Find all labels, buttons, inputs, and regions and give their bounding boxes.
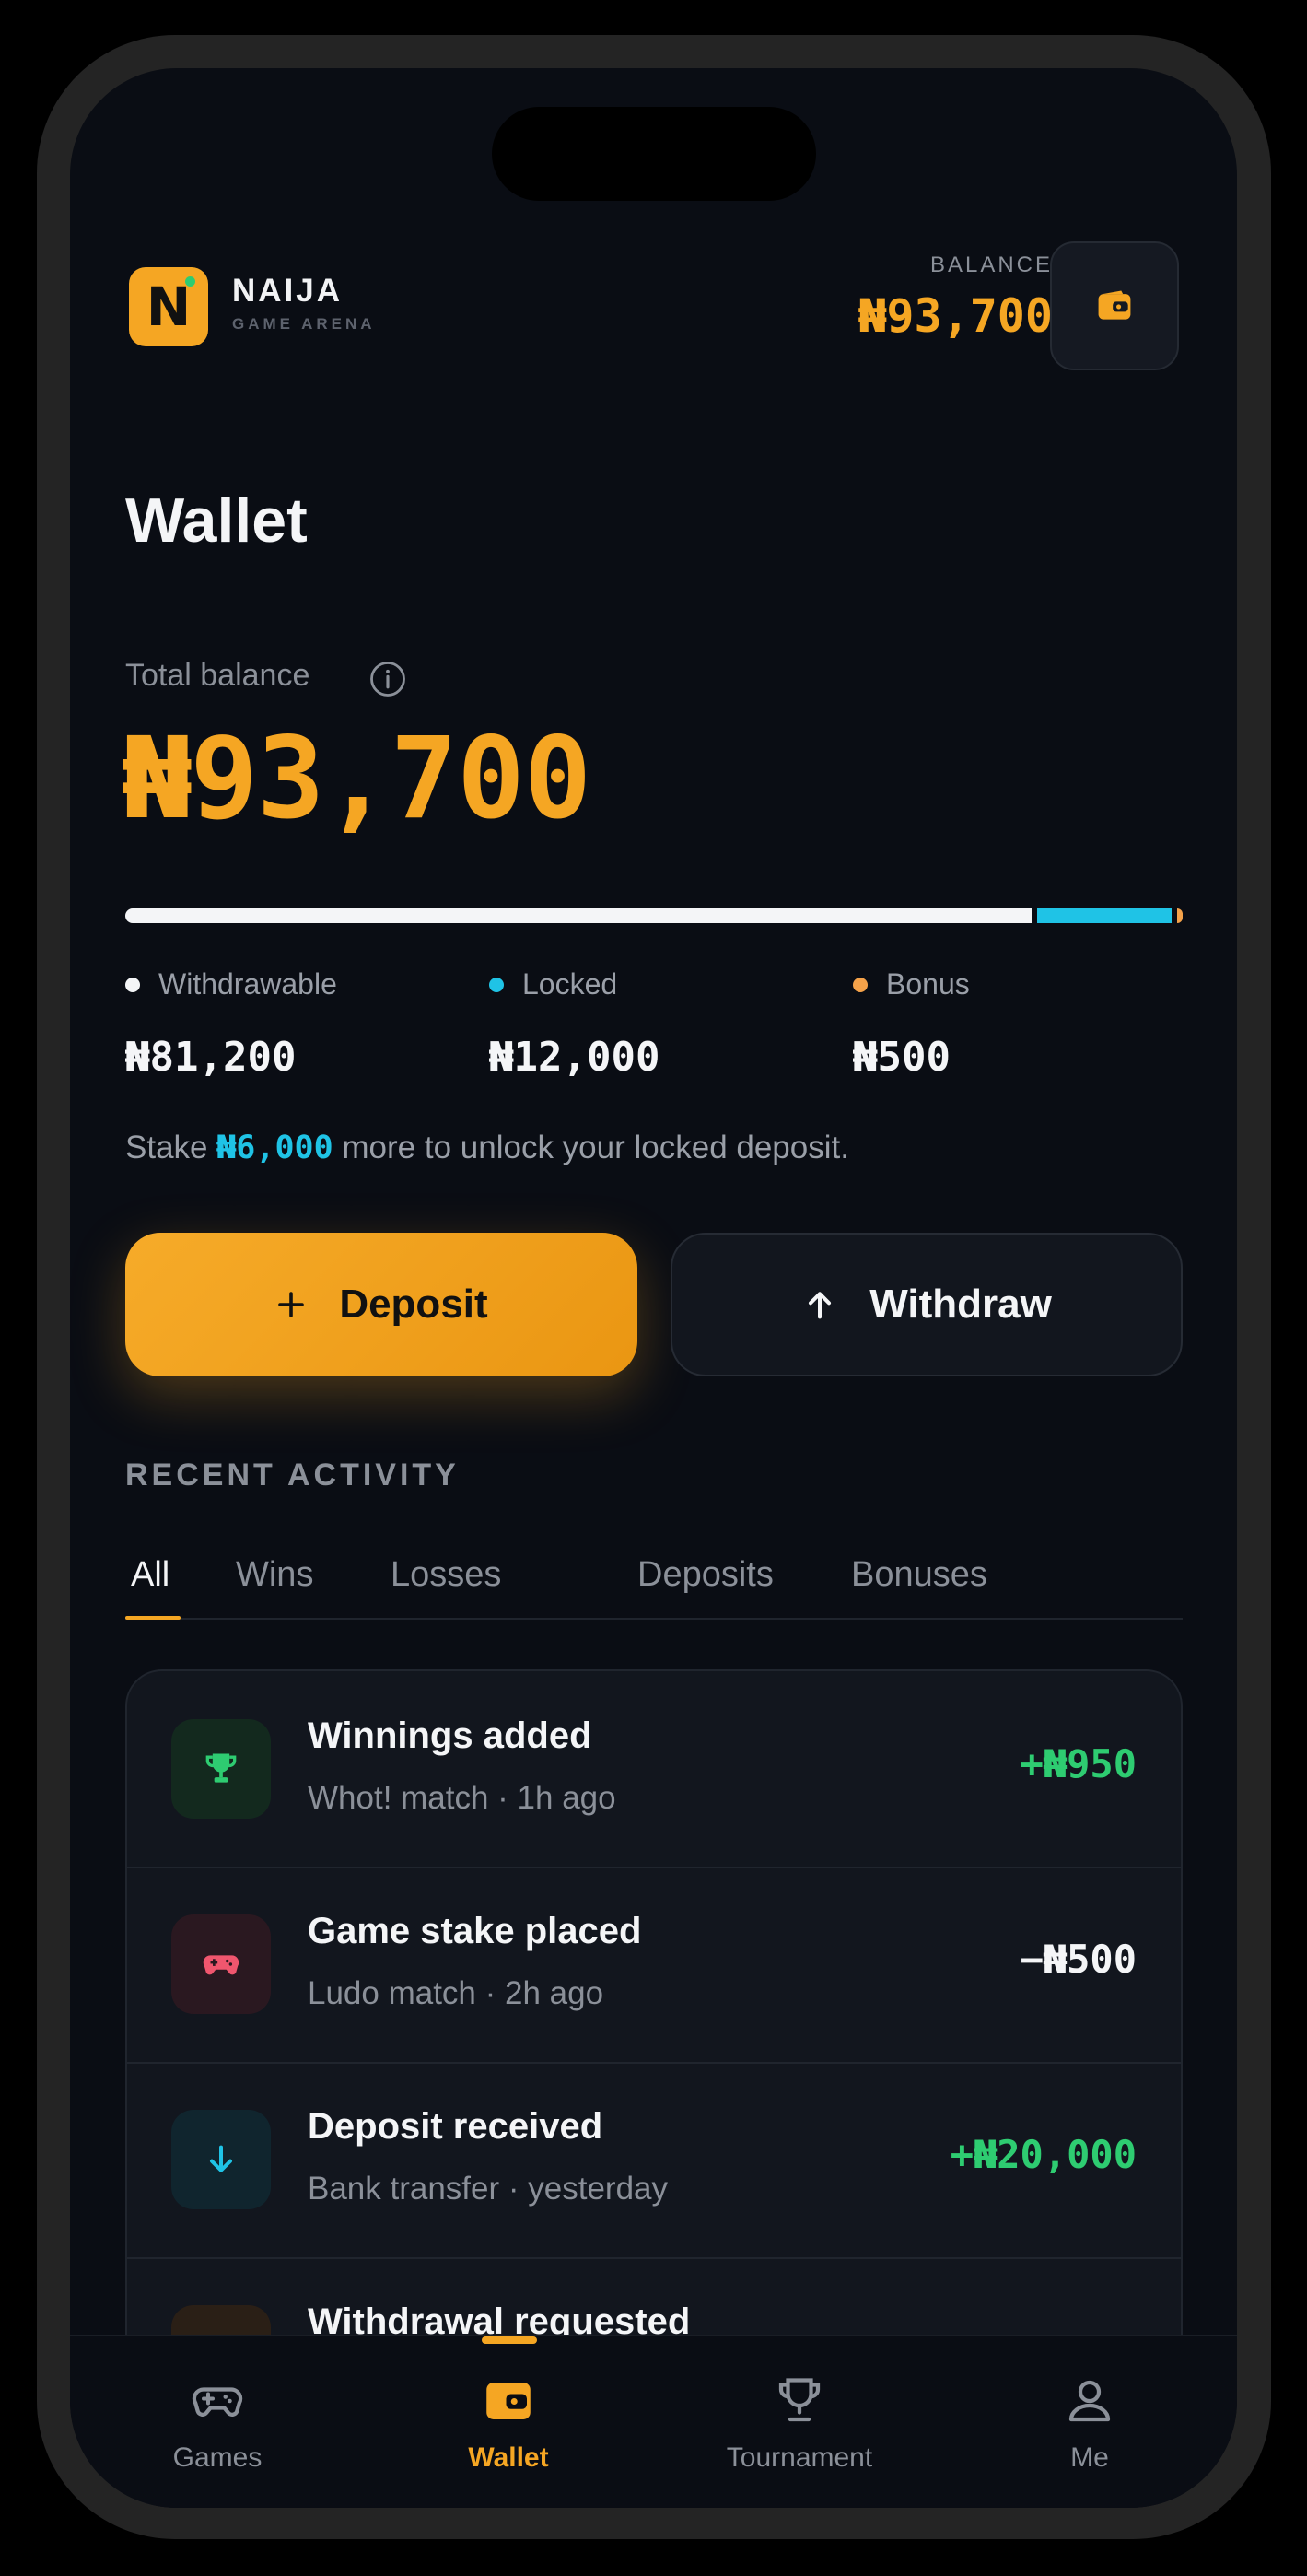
nav-active-indicator bbox=[482, 2336, 537, 2344]
legend-label: Withdrawable bbox=[158, 967, 337, 1001]
unlock-suffix: more to unlock your locked deposit. bbox=[333, 1130, 849, 1165]
app-logo: N bbox=[129, 267, 208, 346]
arrow-up-icon bbox=[809, 1292, 832, 1319]
arrow-down-icon-tile bbox=[171, 2110, 271, 2209]
brand-name: NAIJA bbox=[232, 273, 344, 309]
tab-losses[interactable]: Losses bbox=[391, 1555, 501, 1595]
tab-wins[interactable]: Wins bbox=[236, 1555, 313, 1595]
recent-activity-heading: RECENT ACTIVITY bbox=[125, 1458, 460, 1493]
nav-me[interactable]: Me bbox=[998, 2373, 1182, 2474]
activity-amount: −₦500 bbox=[1020, 1937, 1137, 1982]
legend-label: Bonus bbox=[886, 967, 970, 1001]
activity-amount: +₦950 bbox=[1020, 1741, 1137, 1786]
nav-label: Me bbox=[1070, 2442, 1109, 2473]
tab-all[interactable]: All bbox=[131, 1555, 169, 1595]
trophy-icon bbox=[778, 2378, 821, 2422]
trophy-icon bbox=[205, 1753, 237, 1783]
nav-games[interactable]: Games bbox=[125, 2373, 309, 2474]
bonus-value: ₦500 bbox=[853, 1034, 951, 1081]
nav-tournament[interactable]: Tournament bbox=[707, 2373, 892, 2474]
plus-icon bbox=[278, 1292, 305, 1317]
locked-value: ₦12,000 bbox=[489, 1034, 660, 1081]
app-screen: N NAIJA GAME ARENA BALANCE ₦93,700 Walle… bbox=[70, 68, 1237, 2508]
header-balance-amount: ₦93,700 bbox=[858, 289, 1053, 343]
trophy-icon-tile bbox=[171, 1719, 271, 1819]
nav-label: Games bbox=[172, 2442, 263, 2473]
gamepad-icon bbox=[203, 1955, 239, 1975]
user-icon bbox=[1068, 2380, 1111, 2422]
activity-title: Deposit received bbox=[308, 2106, 603, 2147]
dynamic-island bbox=[492, 107, 816, 201]
arrow-down-icon bbox=[210, 2145, 232, 2172]
balance-breakdown-bar bbox=[125, 908, 1183, 923]
nav-label: Wallet bbox=[468, 2442, 549, 2473]
withdrawable-value: ₦81,200 bbox=[125, 1034, 297, 1081]
activity-title: Winnings added bbox=[308, 1715, 592, 1756]
info-icon[interactable] bbox=[368, 660, 407, 698]
gamepad-icon bbox=[192, 2387, 243, 2417]
total-balance-label: Total balance bbox=[125, 658, 310, 693]
locked-dot bbox=[489, 977, 504, 992]
brand-subtitle: GAME ARENA bbox=[232, 315, 376, 333]
activity-subtitle: Ludo match · 2h ago bbox=[308, 1975, 604, 2011]
deposit-button[interactable]: Deposit bbox=[125, 1233, 637, 1376]
activity-amount: +₦20,000 bbox=[950, 2132, 1137, 2177]
legend-label: Locked bbox=[522, 967, 618, 1001]
unlock-amount: ₦6,000 bbox=[216, 1130, 333, 1166]
logo-letter: N bbox=[146, 275, 192, 338]
list-item[interactable]: Winnings added Whot! match · 1h ago +₦95… bbox=[127, 1671, 1181, 1868]
deposit-label: Deposit bbox=[339, 1282, 488, 1327]
list-item[interactable]: Deposit received Bank transfer · yesterd… bbox=[127, 2062, 1181, 2259]
legend-withdrawable: Withdrawable bbox=[125, 967, 337, 1001]
locked-segment bbox=[1037, 908, 1172, 923]
tab-bonuses[interactable]: Bonuses bbox=[851, 1555, 987, 1595]
activity-tabs: All Wins Losses Deposits Bonuses bbox=[125, 1555, 1183, 1620]
wallet-button[interactable] bbox=[1050, 241, 1179, 370]
nav-label: Tournament bbox=[726, 2442, 873, 2473]
activity-subtitle: Bank transfer · yesterday bbox=[308, 2171, 668, 2207]
bonus-dot bbox=[853, 977, 868, 992]
withdraw-label: Withdraw bbox=[869, 1282, 1052, 1327]
unlock-message: Stake ₦6,000 more to unlock your locked … bbox=[125, 1130, 849, 1166]
withdrawable-dot bbox=[125, 977, 140, 992]
total-balance-amount: ₦93,700 bbox=[123, 713, 591, 844]
wallet-icon bbox=[486, 2383, 531, 2419]
bottom-nav: Games Wallet Tournament Me bbox=[70, 2335, 1237, 2508]
logo-dot bbox=[185, 276, 195, 287]
legend-bonus: Bonus bbox=[853, 967, 970, 1001]
activity-subtitle: Whot! match · 1h ago bbox=[308, 1780, 616, 1816]
wallet-icon bbox=[1098, 290, 1131, 320]
withdraw-button[interactable]: Withdraw bbox=[671, 1233, 1183, 1376]
nav-wallet[interactable]: Wallet bbox=[416, 2373, 601, 2474]
legend-locked: Locked bbox=[489, 967, 617, 1001]
activity-title: Game stake placed bbox=[308, 1911, 642, 1951]
page-title: Wallet bbox=[125, 486, 308, 556]
withdrawable-segment bbox=[125, 908, 1033, 923]
unlock-prefix: Stake bbox=[125, 1130, 217, 1165]
tab-deposits[interactable]: Deposits bbox=[637, 1555, 774, 1595]
header-balance-label: BALANCE bbox=[929, 252, 1053, 277]
list-item[interactable]: Game stake placed Ludo match · 2h ago −₦… bbox=[127, 1867, 1181, 2064]
gamepad-icon-tile bbox=[171, 1914, 271, 2014]
bonus-segment bbox=[1176, 908, 1183, 923]
active-tab-indicator bbox=[125, 1616, 181, 1620]
